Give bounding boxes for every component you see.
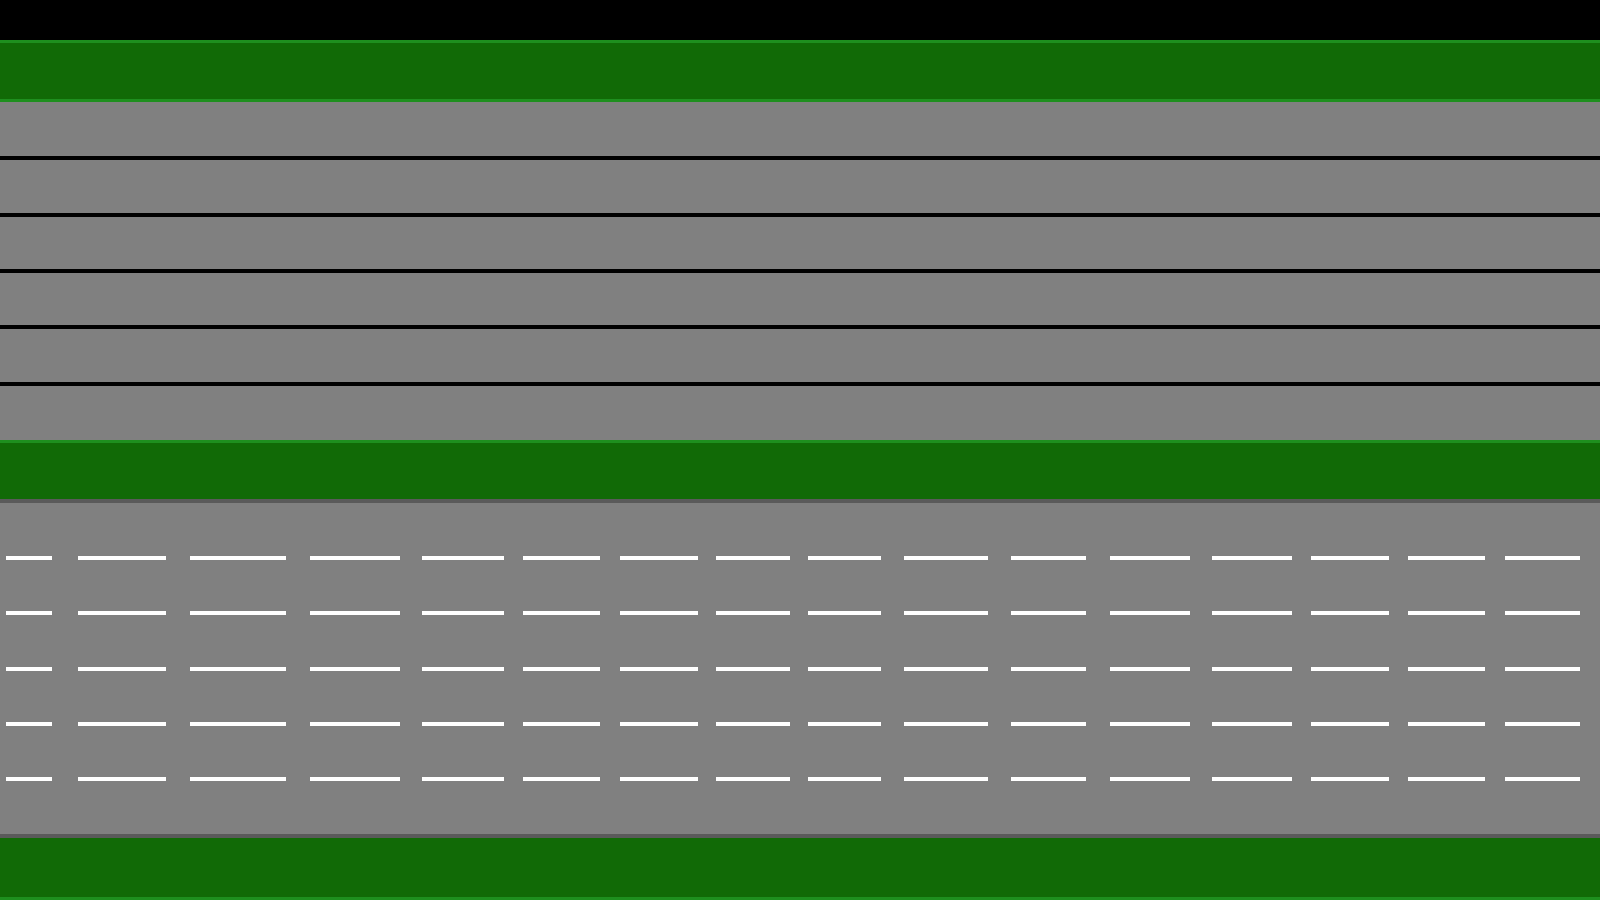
lane-divider-dash xyxy=(6,611,52,615)
lane-divider-solid xyxy=(0,156,1600,160)
lane-divider-dash xyxy=(620,722,698,726)
lane-divider-dash xyxy=(620,611,698,615)
lane-divider-dash xyxy=(1311,611,1389,615)
lane-divider-dash xyxy=(808,611,881,615)
lane-divider-solid xyxy=(0,213,1600,217)
lane-divider-dash xyxy=(422,556,504,560)
lane-divider-dash xyxy=(1110,777,1190,781)
lane-divider-dash xyxy=(1011,667,1086,671)
lane-divider-dash xyxy=(310,611,400,615)
lane-divider-dash xyxy=(1011,611,1086,615)
lane-divider-dash xyxy=(523,611,600,615)
lane-divider-dash xyxy=(1408,667,1485,671)
lane-divider-dash xyxy=(310,777,400,781)
lane-divider-dash xyxy=(716,667,790,671)
lane-divider-dash xyxy=(190,722,286,726)
grass-strip-middle xyxy=(0,440,1600,499)
lane-divider-dash xyxy=(6,722,52,726)
lane-divider-dash xyxy=(422,777,504,781)
lane-divider-dash xyxy=(1505,611,1580,615)
lane-divider-dash xyxy=(904,722,988,726)
lane-divider-dash xyxy=(1408,722,1485,726)
lane-divider-dash xyxy=(904,611,988,615)
lane-divider-dash xyxy=(904,556,988,560)
lane-divider-dash xyxy=(78,667,166,671)
lane-divider-dash xyxy=(523,722,600,726)
lane-divider-dash xyxy=(1212,722,1292,726)
lane-divider-dash xyxy=(620,556,698,560)
lane-divider-dash xyxy=(422,611,504,615)
lane-divider-dash xyxy=(310,556,400,560)
lane-divider-dash xyxy=(716,556,790,560)
lane-divider-dash xyxy=(808,667,881,671)
lane-divider-solid xyxy=(0,325,1600,329)
lane-divider-dash xyxy=(78,777,166,781)
lane-divider-dash xyxy=(422,667,504,671)
lane-divider-dash xyxy=(78,556,166,560)
lane-divider-dash xyxy=(1212,611,1292,615)
lane-divider-dash xyxy=(1311,777,1389,781)
lane-divider-dash xyxy=(1110,611,1190,615)
grass-strip-bottom xyxy=(0,838,1600,900)
lane-divider-dash xyxy=(523,556,600,560)
lane-divider-dash xyxy=(1110,722,1190,726)
lane-divider-dash xyxy=(1408,611,1485,615)
road-top xyxy=(0,102,1600,440)
lane-divider-dash xyxy=(808,722,881,726)
lane-divider-dash xyxy=(190,611,286,615)
lane-divider-dash xyxy=(523,667,600,671)
top-void xyxy=(0,0,1600,40)
lane-divider-dash xyxy=(1212,556,1292,560)
lane-divider-solid xyxy=(0,269,1600,273)
lane-divider-dash xyxy=(1212,667,1292,671)
lane-divider-solid xyxy=(0,382,1600,386)
lane-divider-dash xyxy=(1408,556,1485,560)
lane-divider-dash xyxy=(1311,556,1389,560)
lane-divider-dash xyxy=(190,556,286,560)
lane-divider-dash xyxy=(1110,556,1190,560)
lane-divider-dash xyxy=(1011,777,1086,781)
game-scene xyxy=(0,0,1600,900)
lane-divider-dash xyxy=(190,667,286,671)
lane-divider-dash xyxy=(6,667,52,671)
lane-divider-dash xyxy=(78,722,166,726)
lane-divider-dash xyxy=(6,556,52,560)
lane-divider-dash xyxy=(904,777,988,781)
lane-divider-dash xyxy=(523,777,600,781)
lane-divider-dash xyxy=(904,667,988,671)
lane-divider-dash xyxy=(1011,556,1086,560)
lane-divider-dash xyxy=(1311,667,1389,671)
lane-divider-dash xyxy=(716,777,790,781)
lane-divider-dash xyxy=(1011,722,1086,726)
lane-divider-dash xyxy=(1408,777,1485,781)
lane-divider-dash xyxy=(6,777,52,781)
lane-divider-dash xyxy=(716,611,790,615)
lane-divider-dash xyxy=(78,611,166,615)
lane-divider-dash xyxy=(1505,667,1580,671)
lane-divider-dash xyxy=(1212,777,1292,781)
lane-divider-dash xyxy=(310,667,400,671)
lane-divider-dash xyxy=(1505,722,1580,726)
lane-divider-dash xyxy=(310,722,400,726)
lane-divider-dash xyxy=(808,556,881,560)
lane-divider-dash xyxy=(1505,556,1580,560)
lane-divider-dash xyxy=(808,777,881,781)
lane-divider-dash xyxy=(1311,722,1389,726)
grass-strip-top xyxy=(0,40,1600,102)
lane-divider-dash xyxy=(620,777,698,781)
lane-divider-dash xyxy=(716,722,790,726)
lane-divider-dash xyxy=(620,667,698,671)
lane-divider-dash xyxy=(1505,777,1580,781)
road-bottom xyxy=(0,499,1600,838)
lane-divider-dash xyxy=(190,777,286,781)
lane-divider-dash xyxy=(1110,667,1190,671)
lane-divider-dash xyxy=(422,722,504,726)
